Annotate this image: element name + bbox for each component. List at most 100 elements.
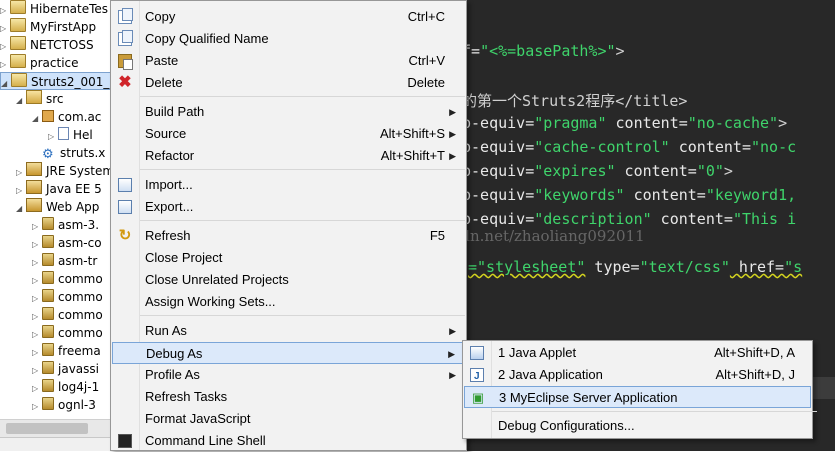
menu-item-delete[interactable]: ✖ Delete Delete [112,72,465,94]
tree-item-label: practice [30,56,79,70]
tree-item[interactable]: ▷ commo [32,288,112,306]
tree-item[interactable]: ▷ Hel [48,126,112,144]
tree-item-label: struts.x [60,146,106,160]
tree-item[interactable]: ▷ MyFirstApp [0,18,112,36]
menu-item-label: Profile As [145,367,200,382]
menu-item-label: Debug Configurations... [498,418,635,433]
tree-item[interactable]: ▷ ognl-3 [32,396,112,414]
tree-item[interactable]: ▷ asm-co [32,234,112,252]
menu-item-import[interactable]: Import... [112,174,465,196]
tree-item[interactable]: ▷ JRE System [16,162,112,180]
expanded-arrow-icon[interactable]: ◢ [1,75,9,93]
tree-item[interactable]: ▷ Java EE 5 [16,180,112,198]
submenu-arrow-icon: ▶ [449,107,456,117]
tree-item-label: com.ac [58,110,102,124]
code-token: "pragma" [534,114,607,132]
java-application-icon [470,366,484,388]
tree-item[interactable]: ◢ com.ac [32,108,112,126]
bottom-panel-tab[interactable] [0,437,112,451]
menu-item-assign-working-sets[interactable]: Assign Working Sets... [112,291,465,313]
jar-icon [42,361,54,374]
menu-item-profile-as[interactable]: Profile As ▶ [112,364,465,386]
collapsed-arrow-icon[interactable]: ▷ [32,398,40,416]
tree-item[interactable]: ◢ src [16,90,112,108]
tree-item[interactable]: ▷ log4j-1 [32,378,112,396]
tree-item[interactable]: ◢ Web App [16,198,112,216]
library-icon [26,180,42,194]
tree-item[interactable]: ▷ commo [32,270,112,288]
horizontal-scrollbar[interactable] [0,419,112,437]
jar-icon [42,307,54,320]
expanded-arrow-icon[interactable]: ◢ [16,200,24,218]
menu-separator [140,169,465,170]
code-token: "keywords" [534,186,625,204]
menu-item-copy-qualified-name[interactable]: Copy Qualified Name [112,28,465,50]
menu-item-refactor[interactable]: Refactor Alt+Shift+T ▶ [112,145,465,167]
tree-item[interactable]: ▷ HibernateTes [0,0,112,18]
menu-item-source[interactable]: Source Alt+Shift+S ▶ [112,123,465,145]
menu-item-close-unrelated-projects[interactable]: Close Unrelated Projects [112,269,465,291]
menu-shortcut: Alt+Shift+T [380,148,445,163]
menu-item-2-java-application[interactable]: 2 Java Application Alt+Shift+D, J [464,364,811,388]
tree-item[interactable]: ▷ javassi [32,360,112,378]
gear-icon: ⚙ [42,147,54,162]
delete-icon: ✖ [118,74,132,91]
paste-icon [118,54,133,70]
tree-item[interactable]: ▷ asm-3. [32,216,112,234]
code-token: "cache-control" [534,138,670,156]
tree-item-label: asm-3. [58,218,100,232]
tree-item-label: commo [58,272,103,286]
source-folder-icon [26,90,42,104]
tree-item[interactable]: ▷ freema [32,342,112,360]
menu-item-label: Copy Qualified Name [145,31,269,46]
tree-item[interactable]: ▷ asm-tr [32,252,112,270]
code-line: f="<%=basePath%>"> [462,42,625,60]
expanded-arrow-icon[interactable]: ◢ [32,110,40,128]
scrollbar-thumb[interactable] [6,423,88,434]
code-token: "<%=basePath%>" [480,42,616,60]
tree-item[interactable]: ⚙ struts.x [32,144,112,162]
menu-shortcut: Delete [407,75,445,90]
jar-icon [42,217,54,230]
tree-item[interactable]: ▷ NETCTOSS [0,36,112,54]
menu-item-export[interactable]: Export... [112,196,465,218]
menu-item-refresh-tasks[interactable]: Refresh Tasks [112,386,465,408]
menu-item-paste[interactable]: Paste Ctrl+V [112,50,465,72]
menu-item-run-as[interactable]: Run As ▶ [112,320,465,342]
menu-item-close-project[interactable]: Close Project [112,247,465,269]
menu-shortcut: Alt+Shift+D, A [714,345,795,360]
menu-separator [492,411,817,412]
jar-icon [42,271,54,284]
tree-item[interactable]: ▷ practice [0,54,112,72]
menu-shortcut: Ctrl+C [407,9,445,24]
tree-item-label: commo [58,326,103,340]
code-token: content= [615,162,697,180]
menu-item-build-path[interactable]: Build Path ▶ [112,101,465,123]
menu-item-label: 2 Java Application [498,367,603,382]
code-token: "s [784,258,803,276]
menu-item-label: Refresh [145,228,191,243]
menu-item-3-myeclipse-server-application[interactable]: ▣ 3 MyEclipse Server Application [464,386,811,408]
code-line: p-equiv="keywords" content="keyword1, [462,186,796,204]
code-token: p-equiv= [462,114,535,132]
menu-item-label: Paste [145,53,179,68]
expanded-arrow-icon[interactable]: ◢ [16,92,24,110]
menu-item-debug-configurations[interactable]: Debug Configurations... [464,415,811,437]
menu-separator [140,220,465,221]
menu-item-format-javascript[interactable]: Format JavaScript [112,408,465,430]
debug-as-submenu: 1 Java Applet Alt+Shift+D, A 2 Java Applic… [462,340,817,439]
menu-item-label: 1 Java Applet [498,345,577,360]
menu-item-refresh[interactable]: ↻ Refresh F5 [112,225,465,247]
tree-item[interactable]: ◢ Struts2_001_H [0,72,112,90]
menu-item-debug-as[interactable]: Debug As ▶ [112,342,465,364]
project-icon [10,18,26,32]
menu-item-copy[interactable]: Copy Ctrl+C [112,6,465,28]
menu-item-command-line-shell[interactable]: Command Line Shell [112,430,465,452]
copy-icon [118,8,133,24]
java-applet-icon [470,346,484,360]
menu-item-1-java-applet[interactable]: 1 Java Applet Alt+Shift+D, A [464,342,811,364]
tree-item-label: ognl-3 [58,398,96,412]
tree-item[interactable]: ▷ commo [32,306,112,324]
tree-item[interactable]: ▷ commo [32,324,112,342]
copy-qualified-icon [118,30,133,46]
